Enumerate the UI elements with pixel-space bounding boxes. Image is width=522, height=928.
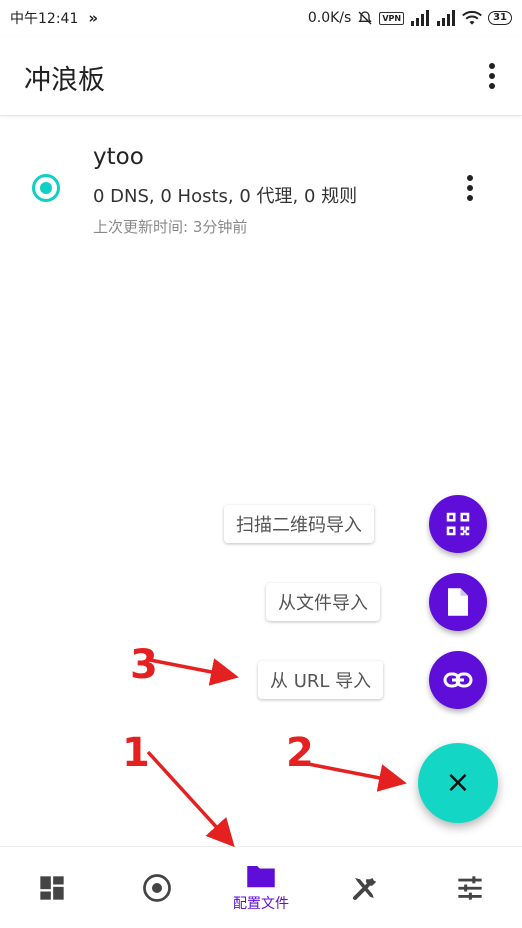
arrow-1 bbox=[146, 750, 235, 848]
cellular-signal-icon-2 bbox=[437, 10, 456, 26]
file-import-label[interactable]: 从文件导入 bbox=[266, 583, 380, 621]
dashboard-icon bbox=[40, 875, 64, 900]
wifi-icon bbox=[462, 10, 482, 25]
speed-dial-close-button[interactable]: × bbox=[418, 743, 498, 823]
profile-stats: 0 DNS, 0 Hosts, 0 代理, 0 规则 bbox=[93, 186, 358, 207]
double-chevron-icon: » bbox=[88, 9, 98, 27]
profile-more-icon[interactable] bbox=[458, 172, 482, 204]
annotation-number-1: 1 bbox=[122, 730, 150, 776]
close-icon: × bbox=[445, 765, 471, 800]
url-import-button[interactable] bbox=[429, 651, 487, 709]
file-icon bbox=[448, 588, 468, 616]
nav-tools[interactable] bbox=[313, 847, 417, 928]
nav-dashboard[interactable] bbox=[0, 847, 104, 928]
nav-profiles-label: 配置文件 bbox=[233, 895, 290, 912]
arrow-3 bbox=[149, 658, 239, 686]
url-import-label[interactable]: 从 URL 导入 bbox=[258, 661, 384, 699]
network-speed: 0.0K/s bbox=[307, 10, 352, 26]
profile-radio-selected[interactable] bbox=[32, 174, 60, 202]
nav-profiles[interactable]: 配置文件 bbox=[209, 847, 313, 928]
link-icon bbox=[443, 672, 473, 688]
nav-settings[interactable] bbox=[418, 847, 522, 928]
more-vert-icon[interactable] bbox=[480, 60, 504, 92]
folder-icon bbox=[247, 865, 275, 887]
status-bar: 中午12:41 » 0.0K/s VPN 31 bbox=[0, 0, 522, 36]
nav-proxy[interactable] bbox=[104, 847, 208, 928]
sliders-icon bbox=[458, 875, 482, 900]
scan-qr-import-button[interactable] bbox=[429, 495, 487, 553]
profile-name: ytoo bbox=[93, 144, 144, 170]
annotation-number-2: 2 bbox=[286, 730, 314, 776]
battery-indicator: 31 bbox=[488, 11, 512, 25]
vpn-badge: VPN bbox=[379, 11, 405, 25]
profile-updated-time: 上次更新时间: 3分钟前 bbox=[93, 218, 248, 236]
annotation-number-3: 3 bbox=[130, 642, 158, 688]
tools-icon bbox=[353, 877, 377, 900]
app-bar: 冲浪板 bbox=[0, 36, 522, 116]
qr-code-icon bbox=[446, 512, 470, 536]
bottom-navigation: 配置文件 bbox=[0, 846, 522, 928]
file-import-button[interactable] bbox=[429, 573, 487, 631]
profile-list-item[interactable]: ytoo 0 DNS, 0 Hosts, 0 代理, 0 规则 上次更新时间: … bbox=[0, 132, 522, 244]
radio-target-icon bbox=[142, 873, 171, 902]
cellular-signal-icon bbox=[411, 10, 430, 26]
status-time: 中午12:41 bbox=[10, 11, 79, 27]
scan-qr-import-label[interactable]: 扫描二维码导入 bbox=[224, 505, 374, 543]
bell-off-icon bbox=[358, 11, 372, 25]
page-title: 冲浪板 bbox=[24, 65, 105, 96]
